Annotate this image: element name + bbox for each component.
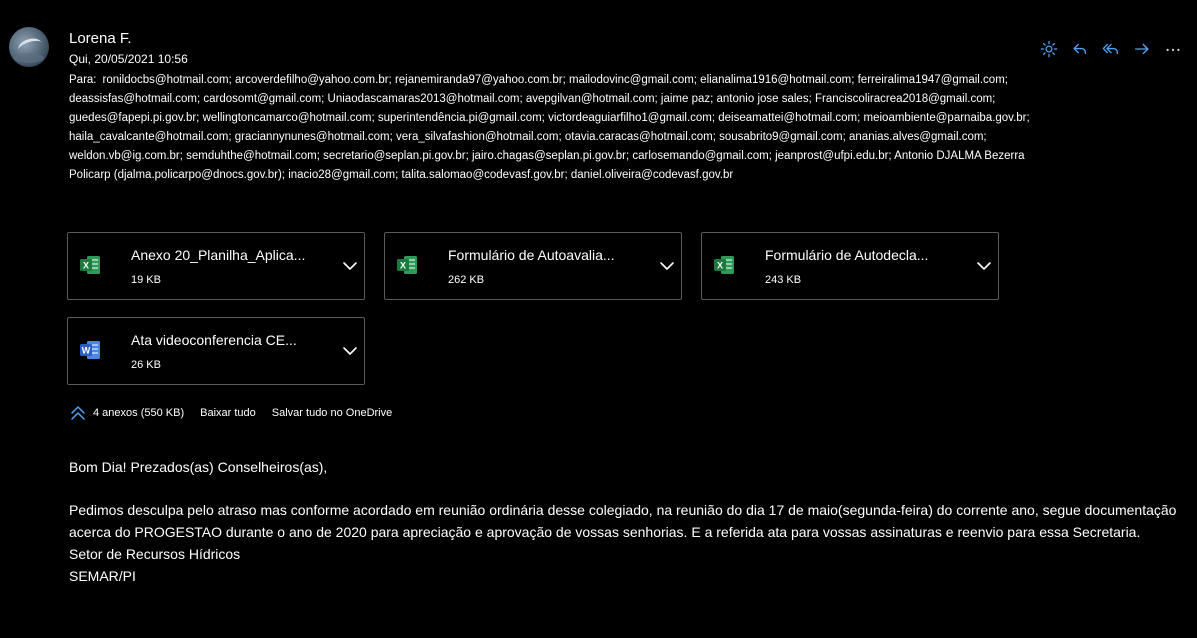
attachment-name: Formulário de Autodecla... [765,247,929,263]
svg-text:X: X [400,261,406,271]
attachment-size: 262 KB [448,274,485,286]
more-icon[interactable] [1157,37,1188,61]
sender-avatar[interactable] [9,27,49,67]
chevron-double-up-icon[interactable] [69,404,87,422]
forward-icon[interactable] [1126,37,1157,61]
attachment-size: 243 KB [765,274,802,286]
svg-text:W: W [82,346,91,356]
chevron-down-icon[interactable] [342,343,358,359]
body-paragraph: Pedimos desculpa pelo atraso mas conform… [69,502,1177,540]
signature-line: Setor de Recursos Hídricos [69,546,241,562]
body-greeting: Bom Dia! Prezados(as) Conselheiros(as), [69,459,328,475]
svg-text:X: X [83,261,89,271]
attachment-size: 26 KB [131,359,161,371]
sun-icon[interactable] [1033,37,1064,61]
message-body: Bom Dia! Prezados(as) Conselheiros(as), … [69,456,1179,587]
word-file-icon: W [80,341,100,359]
attachment-card[interactable]: X Formulário de Autodecla... 243 KB [701,232,999,300]
attachment-name: Formulário de Autoavalia... [448,247,615,263]
attachment-card[interactable]: W Ata videoconferencia CE... 26 KB [67,317,365,385]
message-date: Qui, 20/05/2021 10:56 [69,52,188,66]
signature-line: SEMAR/PI [69,568,136,584]
svg-text:X: X [717,261,723,271]
excel-file-icon: X [714,256,734,274]
attachment-name: Anexo 20_Planilha_Aplica... [131,247,306,263]
excel-file-icon: X [397,256,417,274]
to-label: Para: [69,74,97,86]
sender-name[interactable]: Lorena F. [69,30,132,47]
chevron-down-icon[interactable] [342,258,358,274]
recipients-line: Para: ronildocbs@hotmail.com; arcoverdefi… [69,71,1069,185]
chevron-down-icon[interactable] [659,258,675,274]
recipients-list[interactable]: ronildocbs@hotmail.com; arcoverdefilho@y… [69,74,1030,181]
attachments-count: 4 anexos (550 KB) [93,407,185,419]
attachment-size: 19 KB [131,274,161,286]
reply-all-icon[interactable] [1095,37,1126,61]
attachment-card[interactable]: X Anexo 20_Planilha_Aplica... 19 KB [67,232,365,300]
attachment-card[interactable]: X Formulário de Autoavalia... 262 KB [384,232,682,300]
message-actions [1033,37,1188,61]
excel-file-icon: X [80,256,100,274]
attachment-name: Ata videoconferencia CE... [131,332,297,348]
download-all-link[interactable]: Baixar tudo [200,407,256,419]
save-onedrive-link[interactable]: Salvar tudo no OneDrive [272,407,392,419]
attachments-summary: 4 anexos (550 KB) Baixar tudo Salvar tud… [69,404,392,422]
reply-icon[interactable] [1064,37,1095,61]
chevron-down-icon[interactable] [976,258,992,274]
